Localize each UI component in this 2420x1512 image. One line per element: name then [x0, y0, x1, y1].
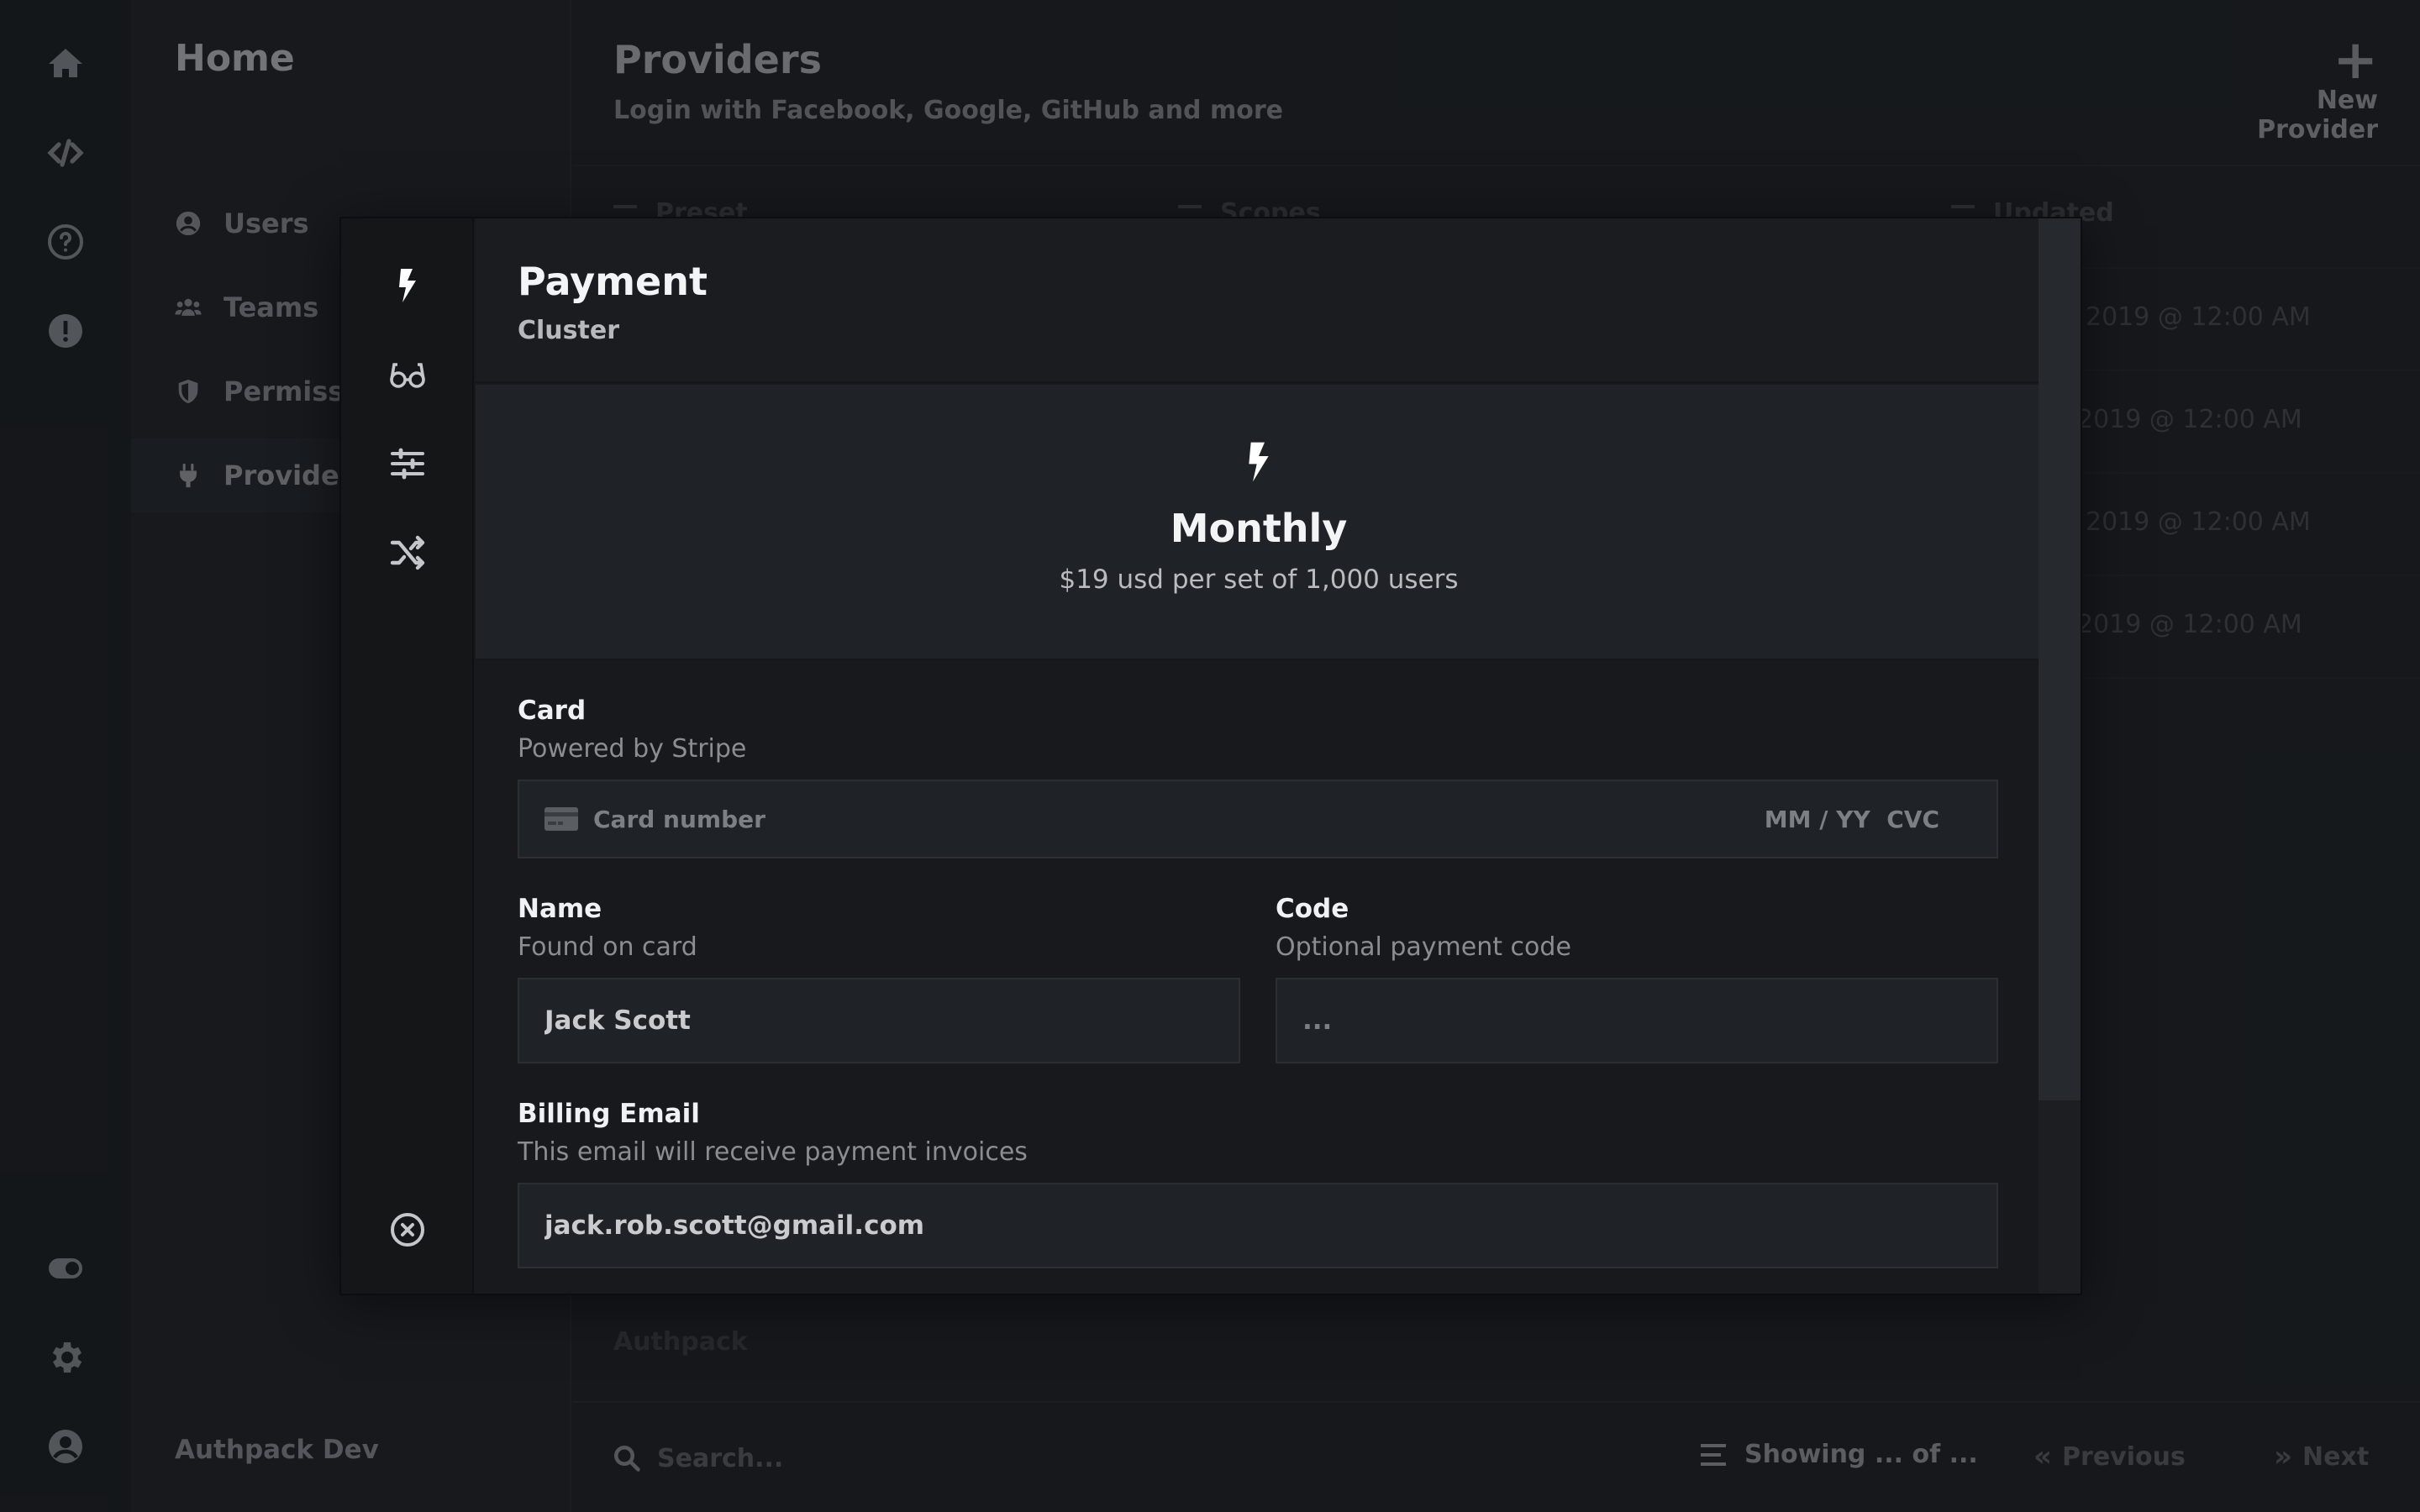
payment-modal: Payment Cluster Monthly $19 usd per set … [339, 217, 2082, 1295]
plan-price: $19 usd per set of 1,000 users [1059, 564, 1459, 595]
plan-summary: Monthly $19 usd per set of 1,000 users [476, 385, 2042, 660]
name-label: Name [518, 894, 602, 924]
modal-scrollbar[interactable] [2039, 218, 2081, 1294]
code-input[interactable] [1302, 979, 1996, 1062]
modal-body: Payment Cluster Monthly $19 usd per set … [476, 218, 2042, 1294]
modal-subtitle: Cluster [518, 316, 619, 345]
billing-email-help: This email will receive payment invoices [518, 1137, 1028, 1167]
card-expiry-cvc[interactable]: MM / YY CVC [1765, 806, 1939, 833]
name-input[interactable] [544, 979, 1239, 1062]
card-label: Card [518, 696, 587, 726]
modal-header: Payment Cluster [476, 218, 2042, 383]
modal-scrollbar-thumb[interactable] [2039, 218, 2081, 1100]
plan-name: Monthly [1170, 506, 1348, 551]
close-circle-icon[interactable] [384, 1206, 431, 1253]
name-field[interactable] [518, 978, 1240, 1063]
billing-email-input[interactable] [544, 1184, 1996, 1267]
modal-title: Payment [518, 259, 708, 304]
billing-email-label: Billing Email [518, 1099, 700, 1129]
card-number-placeholder: Card number [593, 805, 765, 833]
bolt-icon [1235, 438, 1282, 486]
sliders-icon[interactable] [384, 440, 431, 487]
credit-card-icon [544, 807, 578, 831]
bolt-icon[interactable] [384, 262, 431, 309]
name-help: Found on card [518, 932, 697, 962]
billing-email-field[interactable] [518, 1183, 1998, 1268]
code-help: Optional payment code [1276, 932, 1571, 962]
modal-rail [341, 218, 474, 1294]
code-field[interactable] [1276, 978, 1998, 1063]
card-number-field[interactable]: Card number MM / YY CVC [518, 780, 1998, 858]
shuffle-icon[interactable] [384, 529, 431, 576]
code-label: Code [1276, 894, 1349, 924]
card-help: Powered by Stripe [518, 734, 747, 764]
glasses-icon[interactable] [384, 351, 431, 398]
